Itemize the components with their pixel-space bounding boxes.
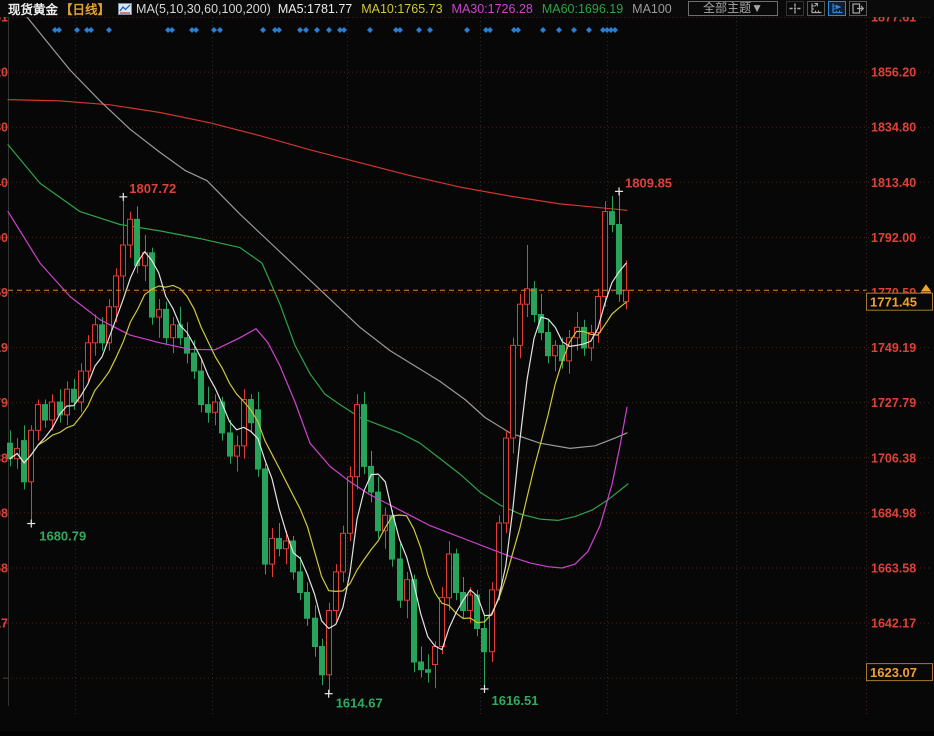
- svg-text:1706.38: 1706.38: [0, 451, 8, 465]
- svg-text:1727.79: 1727.79: [0, 396, 8, 410]
- svg-text:1807.72: 1807.72: [129, 181, 176, 196]
- ma60-legend: MA60:1696.19: [542, 2, 623, 16]
- ma-params-label: MA(5,10,30,60,100,200): [136, 2, 271, 16]
- svg-text:1614.67: 1614.67: [336, 696, 383, 711]
- svg-text:1813.40: 1813.40: [871, 176, 916, 190]
- svg-text:1856.20: 1856.20: [871, 66, 916, 80]
- crosshair-move-icon[interactable]: [786, 1, 804, 16]
- svg-text:1877.61: 1877.61: [0, 16, 8, 25]
- svg-text:1834.80: 1834.80: [0, 121, 8, 135]
- chart-header: 现货黄金 【日线】 MA(5,10,30,60,100,200) MA5:178…: [0, 0, 934, 17]
- svg-text:1616.51: 1616.51: [491, 693, 538, 708]
- svg-text:1834.80: 1834.80: [871, 121, 916, 135]
- svg-text:1706.38: 1706.38: [871, 451, 916, 465]
- svg-text:1809.85: 1809.85: [625, 175, 672, 190]
- ma100-legend: MA100: [632, 2, 672, 16]
- axis-play-icon[interactable]: [828, 1, 846, 16]
- svg-text:1663.58: 1663.58: [871, 562, 916, 576]
- svg-text:1663.58: 1663.58: [0, 562, 8, 576]
- svg-text:1727.79: 1727.79: [871, 396, 916, 410]
- svg-text:1813.40: 1813.40: [0, 176, 8, 190]
- candlestick-chart[interactable]: 1877.61 1856.20 1834.80 1813.40 1792.00 1770.…: [0, 16, 934, 736]
- svg-text:1770.59: 1770.59: [0, 286, 8, 300]
- svg-text:1792.00: 1792.00: [0, 231, 8, 245]
- detach-window-icon[interactable]: [849, 1, 867, 16]
- ma5-legend: MA5:1781.77: [278, 2, 352, 16]
- trading-app: 现货黄金 【日线】 MA(5,10,30,60,100,200) MA5:178…: [0, 0, 934, 731]
- svg-text:1749.19: 1749.19: [0, 341, 8, 355]
- svg-text:1856.20: 1856.20: [0, 66, 8, 80]
- mini-chart-icon: [118, 3, 132, 15]
- svg-text:1642.17: 1642.17: [871, 617, 916, 631]
- themes-dropdown[interactable]: 全部主题▼: [688, 1, 778, 16]
- svg-text:1684.98: 1684.98: [871, 506, 916, 520]
- svg-text:1771.45: 1771.45: [870, 295, 917, 310]
- ma10-legend: MA10:1765.73: [361, 2, 442, 16]
- svg-text:1680.79: 1680.79: [39, 529, 86, 544]
- svg-text:1642.17: 1642.17: [0, 617, 8, 631]
- period-label: 【日线】: [60, 0, 110, 18]
- axis-scale-icon[interactable]: [807, 1, 825, 16]
- svg-text:1792.00: 1792.00: [871, 231, 916, 245]
- svg-text:1684.98: 1684.98: [0, 506, 8, 520]
- svg-text:1623.07: 1623.07: [870, 665, 917, 680]
- svg-text:1749.19: 1749.19: [871, 341, 916, 355]
- symbol-title: 现货黄金: [8, 0, 58, 18]
- ma30-legend: MA30:1726.28: [452, 2, 533, 16]
- svg-text:1877.61: 1877.61: [871, 16, 916, 25]
